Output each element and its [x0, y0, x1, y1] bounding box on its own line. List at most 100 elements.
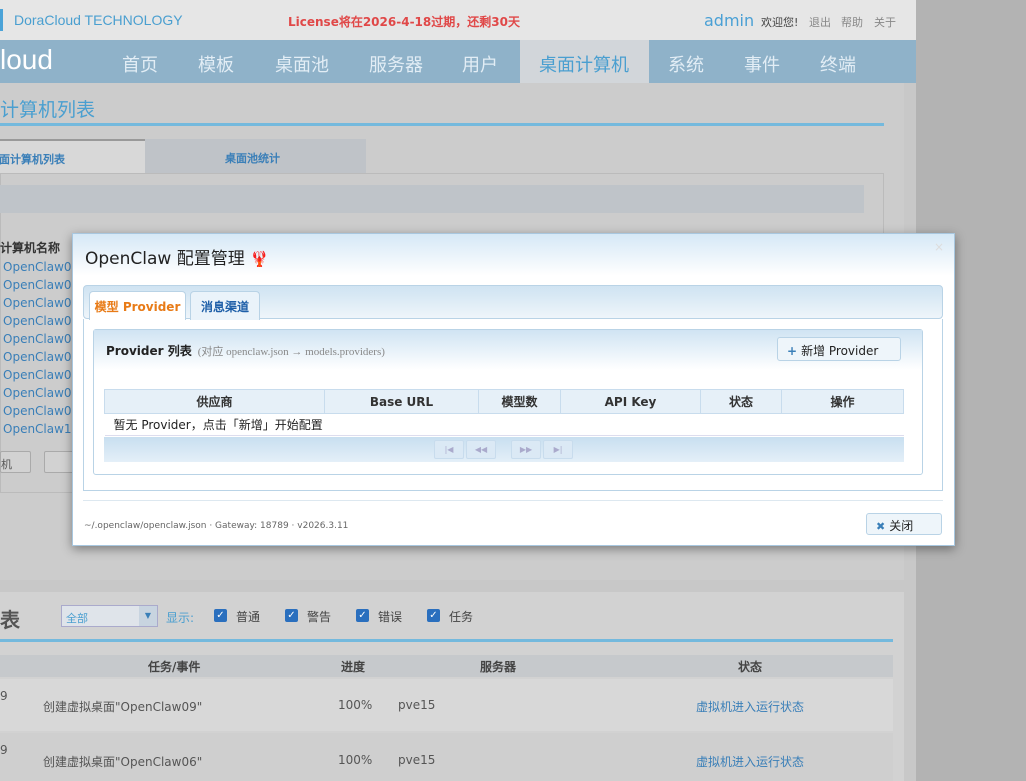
row-prefix: 9 [0, 689, 8, 703]
nav-user[interactable]: 用户 [462, 51, 498, 77]
check-normal-label: 普通 [236, 610, 261, 624]
vm-link[interactable]: OpenClaw05 [3, 332, 73, 350]
nav-terminal[interactable]: 终端 [820, 51, 856, 77]
col-base-url[interactable]: Base URL [324, 389, 479, 414]
add-provider-button[interactable]: + 新增 Provider [777, 337, 901, 361]
vm-link[interactable]: OpenClaw09 [3, 404, 73, 422]
provider-panel: Provider 列表 (对应 openclaw.json → models.pr… [93, 329, 923, 475]
provider-list-title: Provider 列表 [106, 344, 192, 358]
col-model-count[interactable]: 模型数 [478, 389, 561, 414]
logout-link[interactable]: 退出 [809, 14, 831, 30]
column-header: 计算机名称 [0, 241, 61, 255]
license-notice: License将在2026-4-18过期，还剩30天 [288, 15, 520, 29]
check-task-label: 任务 [449, 610, 474, 624]
plus-icon: + [787, 344, 798, 358]
events-table-header: 任务/事件 进度 服务器 状态 [0, 655, 893, 677]
chevron-down-icon: ▼ [139, 606, 157, 626]
vm-link[interactable]: OpenClaw07 [3, 368, 73, 386]
vm-action-button[interactable]: 机 [0, 451, 31, 473]
brand-accent [0, 9, 3, 31]
tab-message-channel[interactable]: 消息渠道 [190, 291, 260, 320]
vm-action-label: 机 [1, 458, 12, 471]
col-status[interactable]: 状态 [700, 389, 782, 414]
nav-home[interactable]: 首页 [122, 51, 158, 77]
row-status[interactable]: 虚拟机进入运行状态 [696, 753, 804, 770]
vm-action-button-2[interactable] [44, 451, 74, 473]
vm-link[interactable]: OpenClaw10 [3, 422, 73, 440]
tab-model-provider[interactable]: 模型 Provider [89, 291, 186, 320]
vm-link[interactable]: OpenClaw02 [3, 278, 73, 296]
footer-info: ~/.openclaw/openclaw.json · Gateway: 187… [84, 521, 349, 531]
event-filter-select[interactable]: 全部 ▼ [61, 605, 158, 627]
first-page-icon[interactable]: |◀ [434, 440, 464, 459]
vm-link[interactable]: OpenClaw04 [3, 314, 73, 332]
col-task: 任务/事件 [148, 660, 201, 674]
about-link[interactable]: 关于 [874, 14, 896, 30]
events-divider [0, 639, 893, 642]
nav-event[interactable]: 事件 [744, 51, 780, 77]
nav-system[interactable]: 系统 [668, 51, 704, 77]
vm-link[interactable]: OpenClaw01 [3, 260, 73, 278]
check-error-label: 错误 [378, 610, 403, 624]
dialog-header: OpenClaw 配置管理 🦞 × [73, 234, 954, 276]
next-page-icon[interactable]: ▶▶ [511, 440, 541, 459]
check-normal[interactable]: ✓ [214, 609, 227, 622]
dialog-title-text: OpenClaw 配置管理 [85, 249, 245, 269]
provider-panel-hint: (对应 openclaw.json → models.providers) [197, 346, 385, 358]
row-status[interactable]: 虚拟机进入运行状态 [696, 698, 804, 715]
events-title: 表 [0, 608, 20, 632]
show-label: 显示: [166, 611, 195, 625]
nav-template[interactable]: 模板 [198, 51, 234, 77]
vm-link[interactable]: OpenClaw06 [3, 350, 73, 368]
filter-value: 全部 [66, 612, 88, 625]
vm-link[interactable]: OpenClaw08 [3, 386, 73, 404]
tab-pool-stats-label: 桌面池统计 [225, 152, 280, 165]
pager: |◀ ◀◀ ▶▶ ▶| [104, 437, 904, 462]
check-error[interactable]: ✓ [356, 609, 369, 622]
col-actions[interactable]: 操作 [781, 389, 904, 414]
check-task[interactable]: ✓ [427, 609, 440, 622]
row-prefix: 9 [0, 743, 8, 757]
close-x-icon: ✖ [876, 520, 886, 533]
nav-server[interactable]: 服务器 [369, 51, 423, 77]
check-warning[interactable]: ✓ [285, 609, 298, 622]
col-api-key[interactable]: API Key [560, 389, 701, 414]
nav-desktop-label: 桌面计算机 [539, 55, 629, 76]
welcome-text: 欢迎您! [761, 16, 799, 29]
close-button[interactable]: ✖ 关闭 [866, 513, 942, 535]
row-progress: 100% [338, 753, 373, 767]
user-name[interactable]: admin [704, 11, 754, 30]
provider-panel-title: Provider 列表 (对应 openclaw.json → models.pr… [106, 342, 385, 359]
close-icon[interactable]: × [934, 240, 944, 254]
dialog-footer-divider [83, 500, 943, 501]
tab-computer-list-label: 桌面计算机列表 [0, 153, 65, 166]
prev-page-icon[interactable]: ◀◀ [466, 440, 496, 459]
row-server: pve15 [398, 753, 436, 767]
provider-table: 供应商 Base URL 模型数 API Key 状态 操作 暂无 Provid… [104, 389, 904, 436]
openclaw-config-dialog: OpenClaw 配置管理 🦞 × 模型 Provider 消息渠道 Provi… [72, 233, 955, 546]
tab-pool-stats[interactable]: 桌面池统计 [145, 139, 366, 174]
last-page-icon[interactable]: ▶| [543, 440, 573, 459]
brand-name: DoraCloud TECHNOLOGY [14, 12, 183, 28]
help-link[interactable]: 帮助 [841, 14, 863, 30]
nav-pool[interactable]: 桌面池 [275, 51, 329, 77]
col-status: 状态 [738, 660, 763, 674]
row-task: 创建虚拟桌面"OpenClaw09" [43, 700, 203, 714]
table-row: 9 创建虚拟桌面"OpenClaw06" 100% pve15 虚拟机进入运行状… [0, 733, 893, 781]
page-title: 计算机列表 [0, 99, 96, 121]
table-row: 9 创建虚拟桌面"OpenClaw09" 100% pve15 虚拟机进入运行状… [0, 679, 893, 731]
row-progress: 100% [338, 698, 373, 712]
close-button-label: 关闭 [889, 519, 914, 533]
check-warning-label: 警告 [307, 610, 332, 624]
dialog-title: OpenClaw 配置管理 🦞 [85, 244, 269, 269]
tab-computer-list[interactable]: 桌面计算机列表 [0, 139, 145, 174]
nav-desktop-computer[interactable]: 桌面计算机 [520, 40, 649, 83]
vm-link[interactable]: OpenClaw03 [3, 296, 73, 314]
dialog-tab-bar: 模型 Provider 消息渠道 [83, 285, 943, 320]
vm-list: OpenClaw01 OpenClaw02 OpenClaw03 OpenCla… [3, 260, 73, 440]
col-provider[interactable]: 供应商 [104, 389, 325, 414]
row-task: 创建虚拟桌面"OpenClaw06" [43, 755, 203, 769]
col-progress: 进度 [341, 660, 366, 674]
provider-panel-header: Provider 列表 (对应 openclaw.json → models.pr… [94, 330, 922, 370]
row-server: pve15 [398, 698, 436, 712]
